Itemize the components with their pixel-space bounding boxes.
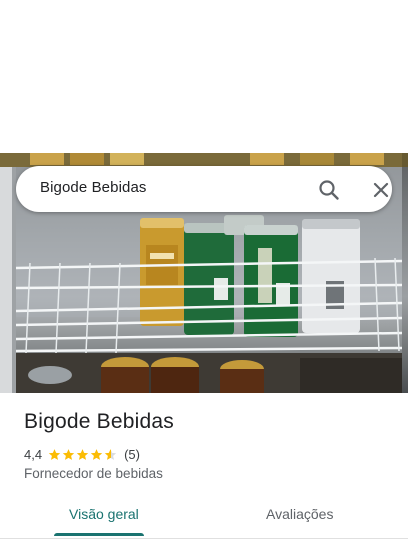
tab-reviews[interactable]: Avaliações bbox=[266, 506, 333, 522]
tabs-divider bbox=[0, 538, 408, 539]
rating-value: 4,4 bbox=[24, 446, 43, 462]
photo-scrollbar[interactable] bbox=[402, 153, 408, 393]
place-title: Bigode Bebidas bbox=[24, 410, 174, 433]
search-icon bbox=[319, 180, 339, 200]
search-button[interactable] bbox=[316, 177, 342, 203]
star-icon bbox=[48, 448, 61, 460]
star-half-icon bbox=[104, 448, 117, 460]
place-tabs: Visão geral Avaliações bbox=[0, 498, 408, 538]
close-icon bbox=[373, 182, 389, 198]
review-count[interactable]: (5) bbox=[124, 447, 140, 462]
close-button[interactable] bbox=[368, 177, 394, 203]
selected-tab-indicator bbox=[54, 533, 144, 536]
blank-top-area bbox=[0, 0, 408, 153]
star-icon bbox=[62, 448, 75, 460]
rating-stars[interactable] bbox=[48, 448, 118, 461]
star-icon bbox=[90, 448, 103, 460]
search-input[interactable]: Bigode Bebidas bbox=[40, 179, 146, 196]
star-icon bbox=[76, 448, 89, 460]
search-bar[interactable]: Bigode Bebidas bbox=[16, 166, 392, 212]
place-category[interactable]: Fornecedor de bebidas bbox=[24, 466, 163, 481]
rating-row: 4,4 (5) bbox=[24, 445, 140, 463]
tab-overview[interactable]: Visão geral bbox=[69, 506, 139, 522]
